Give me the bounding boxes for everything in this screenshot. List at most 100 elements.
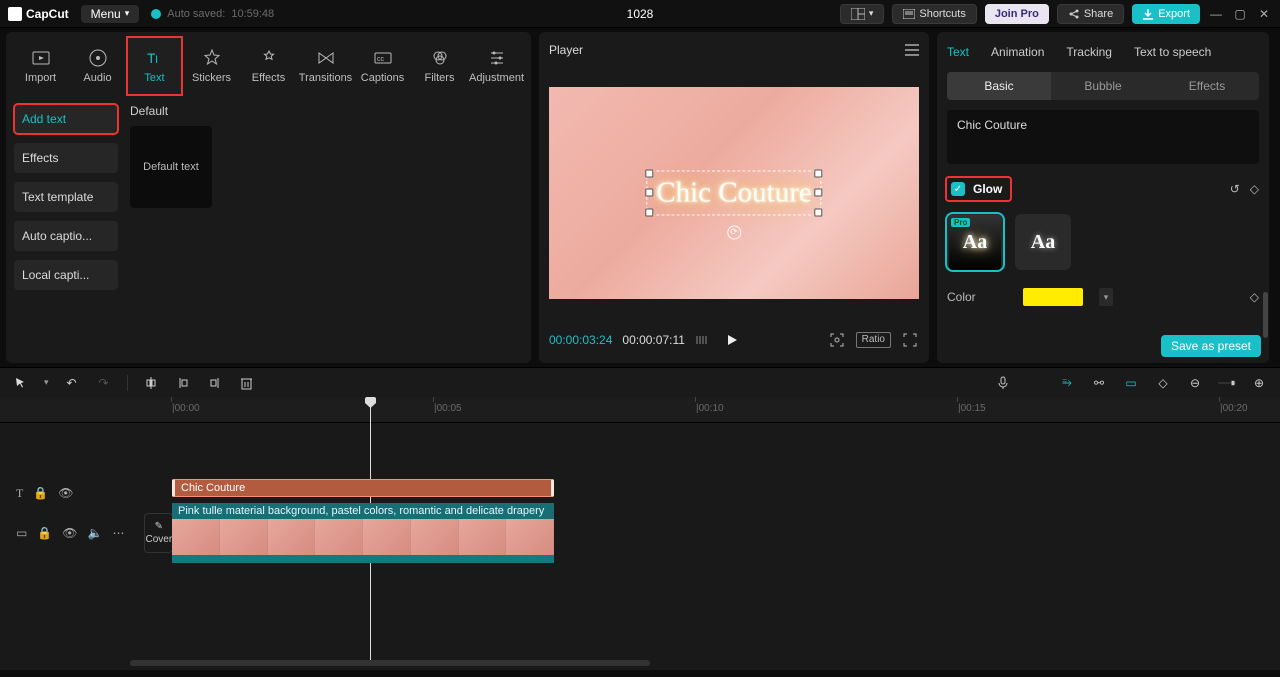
menu-button[interactable]: Menu xyxy=(81,5,140,23)
save-preset-button[interactable]: Save as preset xyxy=(1161,335,1261,357)
export-button[interactable]: Export xyxy=(1132,4,1200,24)
link-icon[interactable]: ⚯ xyxy=(1090,374,1108,392)
player-menu-icon[interactable] xyxy=(905,44,919,56)
marker-icon[interactable]: ◇ xyxy=(1154,374,1172,392)
subnav-effects[interactable]: Effects xyxy=(14,143,118,173)
filters-icon xyxy=(430,48,450,68)
timeline-clip-video[interactable]: Pink tulle material background, pastel c… xyxy=(172,503,554,563)
tab-stickers[interactable]: Stickers xyxy=(183,36,240,96)
ratio-button[interactable]: Ratio xyxy=(856,332,891,348)
inspector-tab-animation[interactable]: Animation xyxy=(991,45,1044,59)
layout-icon xyxy=(851,8,865,20)
resize-handle-top-left[interactable] xyxy=(645,169,653,177)
tab-filters[interactable]: Filters xyxy=(411,36,468,96)
resize-handle-mid-left[interactable] xyxy=(645,189,653,197)
mic-icon[interactable] xyxy=(994,374,1012,392)
ruler-tick: |00:05 xyxy=(434,403,462,414)
split-icon[interactable] xyxy=(142,374,160,392)
timeline[interactable]: |00:00 |00:05 |00:10 |00:15 |00:20 T 🔒 👁… xyxy=(0,397,1280,670)
glow-preset-1[interactable]: Pro Aa xyxy=(947,214,1003,270)
cover-button[interactable]: ✎ Cover xyxy=(144,513,173,553)
subtab-bubble[interactable]: Bubble xyxy=(1051,72,1155,100)
visibility-icon[interactable]: 👁 xyxy=(62,526,77,540)
tab-import[interactable]: Import xyxy=(12,36,69,96)
subnav-text-template[interactable]: Text template xyxy=(14,182,118,212)
color-keyframe-icon[interactable]: ◇ xyxy=(1250,290,1259,304)
library-item-default-text[interactable]: Default text xyxy=(130,126,212,208)
autosave-dot-icon xyxy=(151,9,161,19)
subtab-basic[interactable]: Basic xyxy=(947,72,1051,100)
rotate-handle[interactable]: ⟳ xyxy=(727,225,741,239)
tab-captions[interactable]: cc Captions xyxy=(354,36,411,96)
preview-thumb-icon[interactable]: ▭ xyxy=(1122,374,1140,392)
window-minimize-icon[interactable]: — xyxy=(1208,6,1224,22)
zoom-in-icon[interactable]: ⊕ xyxy=(1250,374,1268,392)
subnav-add-text[interactable]: Add text xyxy=(14,104,118,134)
glow-preset-2[interactable]: Aa xyxy=(1015,214,1071,270)
glow-color-row: Color ▾ ◇ xyxy=(947,288,1259,306)
track-header-text: T 🔒 👁 xyxy=(0,479,130,507)
preset-sample-icon: Aa xyxy=(1031,231,1055,254)
undo-icon[interactable]: ↶ xyxy=(63,374,81,392)
timeline-scrollbar[interactable] xyxy=(130,660,1270,666)
subnav-local-captions[interactable]: Local capti... xyxy=(14,260,118,290)
import-icon xyxy=(31,48,51,68)
player-viewport[interactable]: Chic Couture ⟳ xyxy=(539,68,929,317)
timeline-ruler[interactable]: |00:00 |00:05 |00:10 |00:15 |00:20 xyxy=(0,397,1280,423)
lock-icon[interactable]: 🔒 xyxy=(37,526,52,540)
layout-button[interactable]: ▾ xyxy=(840,4,885,24)
text-overlay[interactable]: Chic Couture ⟳ xyxy=(650,174,817,211)
subnav-auto-captions[interactable]: Auto captio... xyxy=(14,221,118,251)
zoom-out-icon[interactable]: ⊖ xyxy=(1186,374,1204,392)
inspector-tab-tracking[interactable]: Tracking xyxy=(1066,45,1112,59)
resize-handle-mid-right[interactable] xyxy=(815,189,823,197)
glow-toggle[interactable]: ✓ Glow xyxy=(947,178,1010,200)
inspector-tab-text[interactable]: Text xyxy=(947,45,969,59)
color-dropdown-caret-icon[interactable]: ▾ xyxy=(1099,288,1113,306)
window-maximize-icon[interactable]: ▢ xyxy=(1232,6,1248,22)
svg-text:cc: cc xyxy=(377,56,385,63)
share-button[interactable]: Share xyxy=(1057,4,1124,24)
resize-handle-bottom-left[interactable] xyxy=(645,208,653,216)
trim-right-icon[interactable] xyxy=(206,374,224,392)
play-button[interactable] xyxy=(723,331,741,349)
resize-handle-top-right[interactable] xyxy=(815,169,823,177)
panel-scrollbar[interactable] xyxy=(1263,292,1268,338)
redo-icon[interactable]: ↷ xyxy=(95,374,113,392)
inspector-tabs: Text Animation Tracking Text to speech xyxy=(937,32,1269,72)
snap-on-icon[interactable]: ⥱ xyxy=(1058,374,1076,392)
export-icon xyxy=(1142,8,1154,20)
time-current: 00:00:03:24 xyxy=(549,333,612,347)
zoom-slider[interactable] xyxy=(1218,374,1236,392)
tab-transitions[interactable]: Transitions xyxy=(297,36,354,96)
framing-icon[interactable] xyxy=(828,331,846,349)
tab-audio[interactable]: Audio xyxy=(69,36,126,96)
lock-icon[interactable]: 🔒 xyxy=(33,486,48,500)
join-pro-button[interactable]: Join Pro xyxy=(985,4,1049,24)
keyframe-icon[interactable]: ◇ xyxy=(1250,182,1259,196)
track-more-icon[interactable]: ⋯ xyxy=(112,526,124,540)
timeline-marks-icon[interactable] xyxy=(695,331,713,349)
glow-row: ✓ Glow ↺ ◇ xyxy=(947,178,1259,200)
player-canvas: Chic Couture ⟳ xyxy=(549,87,919,299)
text-content-input[interactable]: Chic Couture xyxy=(947,110,1259,164)
resize-handle-bottom-right[interactable] xyxy=(815,208,823,216)
trim-left-icon[interactable] xyxy=(174,374,192,392)
selection-tool-icon[interactable] xyxy=(12,374,30,392)
window-close-icon[interactable]: ✕ xyxy=(1256,6,1272,22)
track-header-video: ▭ 🔒 👁 🔈 ⋯ ✎ Cover xyxy=(0,519,130,547)
player-controls: 00:00:03:24 00:00:07:11 Ratio xyxy=(539,317,929,363)
delete-icon[interactable] xyxy=(238,374,256,392)
inspector-tab-tts[interactable]: Text to speech xyxy=(1134,45,1211,59)
tab-effects[interactable]: Effects xyxy=(240,36,297,96)
color-swatch[interactable] xyxy=(1023,288,1083,306)
tab-text[interactable]: TI Text xyxy=(126,36,183,96)
fullscreen-icon[interactable] xyxy=(901,331,919,349)
visibility-icon[interactable]: 👁 xyxy=(58,486,73,500)
mute-icon[interactable]: 🔈 xyxy=(88,526,103,540)
shortcuts-button[interactable]: Shortcuts xyxy=(892,4,976,24)
subtab-effects[interactable]: Effects xyxy=(1155,72,1259,100)
timeline-clip-text[interactable]: Chic Couture xyxy=(172,479,554,497)
tab-adjustment[interactable]: Adjustment xyxy=(468,36,525,96)
reset-icon[interactable]: ↺ xyxy=(1230,182,1240,196)
